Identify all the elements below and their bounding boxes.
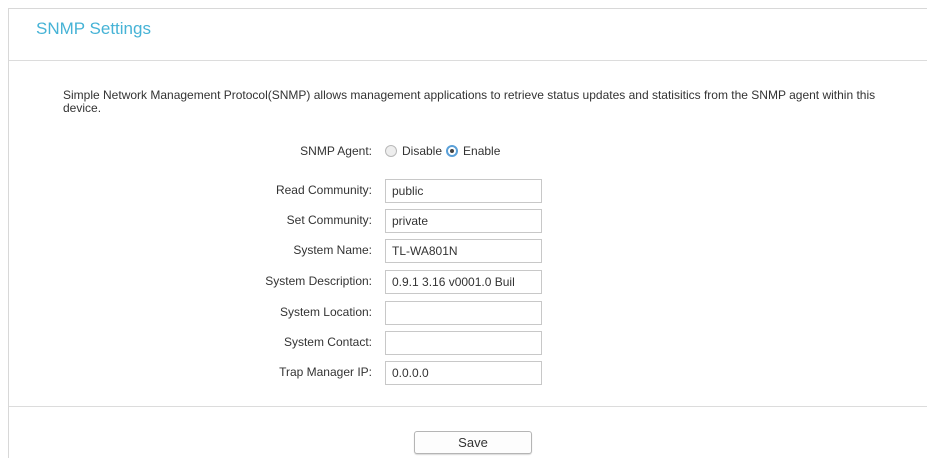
system-location-input[interactable] [385,301,542,325]
save-button[interactable]: Save [414,431,532,454]
snmp-agent-enable-radio[interactable] [446,145,459,157]
snmp-agent-row: SNMP Agent: Disable Enable [0,140,927,164]
system-description-label: System Description: [265,274,372,288]
system-name-label: System Name: [293,243,372,257]
footer-divider [9,406,927,407]
set-community-row: Set Community: private [0,209,927,233]
system-name-input[interactable]: TL-WA801N [385,239,542,263]
system-contact-row: System Contact: [0,331,927,355]
system-location-row: System Location: [0,301,927,325]
page-title: SNMP Settings [36,19,151,38]
read-community-input[interactable]: public [385,179,542,203]
snmp-agent-label: SNMP Agent: [300,144,372,158]
page-description: Simple Network Management Protocol(SNMP)… [63,88,876,115]
system-contact-input[interactable] [385,331,542,355]
read-community-row: Read Community: public [0,179,927,203]
title-divider [9,60,927,61]
system-location-label: System Location: [279,305,372,319]
system-contact-label: System Contact: [283,335,372,349]
snmp-agent-disable-label: Disable [402,144,443,158]
set-community-label: Set Community: [286,213,372,227]
snmp-agent-enable-option[interactable]: Enable [446,144,500,158]
snmp-agent-enable-label: Enable [463,144,501,158]
snmp-agent-disable-radio[interactable] [385,145,397,157]
read-community-label: Read Community: [275,183,372,197]
trap-manager-ip-label: Trap Manager IP: [279,365,372,379]
set-community-input[interactable]: private [385,209,542,233]
trap-manager-ip-input[interactable]: 0.0.0.0 [385,361,542,385]
settings-panel [8,8,927,458]
snmp-agent-disable-option[interactable]: Disable [385,144,442,158]
trap-manager-ip-row: Trap Manager IP: 0.0.0.0 [0,361,927,385]
system-description-input[interactable]: 0.9.1 3.16 v0001.0 Buil [385,270,542,294]
system-name-row: System Name: TL-WA801N [0,239,927,263]
system-description-row: System Description: 0.9.1 3.16 v0001.0 B… [0,270,927,294]
snmp-agent-radio-group: Disable Enable [385,144,504,158]
